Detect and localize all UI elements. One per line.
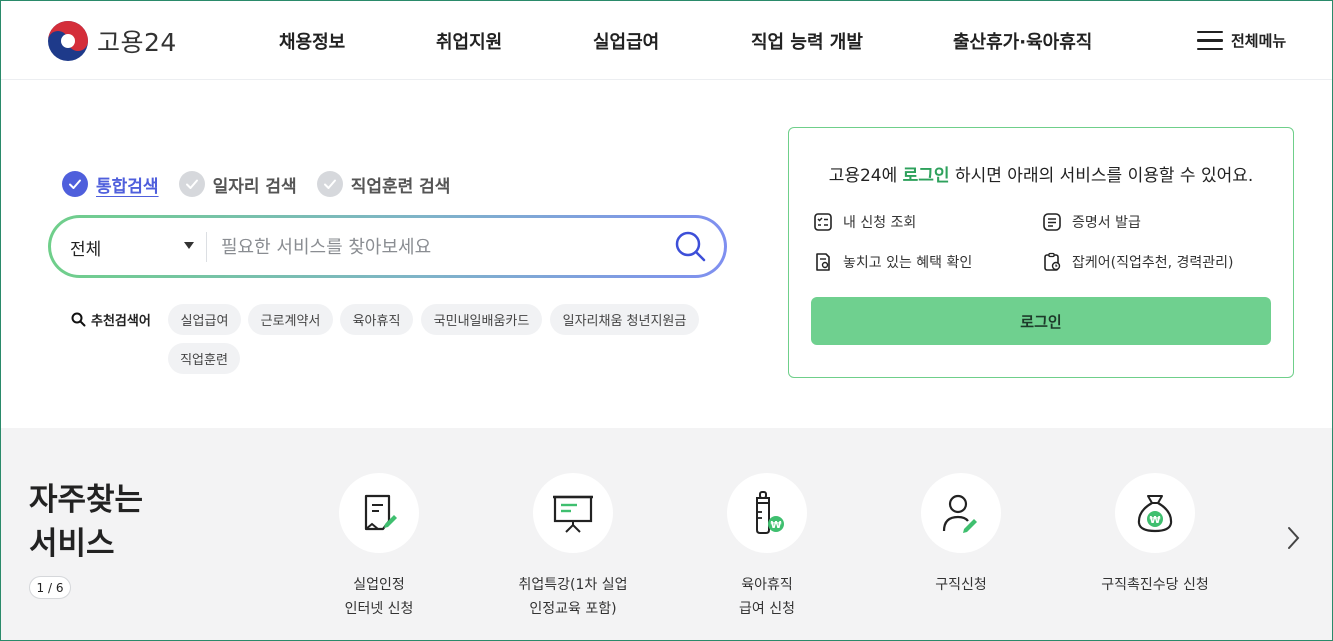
nav-item-unemployment-benefit[interactable]: 실업급여 [593,28,659,54]
service-card-employment-lecture[interactable]: 취업특강(1차 실업 인정교육 포함) [483,473,663,621]
check-circle-icon [178,171,205,197]
login-highlight: 로그인 [902,166,950,186]
keyword-chip[interactable]: 실업급여 [168,304,241,335]
keyword-chip[interactable]: 일자리채움 청년지원금 [550,304,699,335]
carousel-pager: 1 / 6 [29,576,71,599]
service-missed-benefits[interactable]: 놓치고 있는 혜택 확인 [813,252,972,272]
keyword-chip[interactable]: 육아휴직 [340,304,413,335]
search-input[interactable] [221,230,661,264]
login-button[interactable]: 로그인 [811,297,1271,345]
recommended-keywords-label: 추천검색어 [71,310,151,329]
tab-label: 통합검색 [96,176,159,197]
login-message: 고용24에 로그인 하시면 아래의 서비스를 이용할 수 있어요. [828,166,1254,186]
check-circle-icon [316,171,343,197]
keyword-chip[interactable]: 근로계약서 [248,304,333,335]
tab-job-search[interactable]: 일자리 검색 [178,171,297,197]
service-certificate[interactable]: 증명서 발급 [1042,212,1141,232]
login-panel: 고용24에 로그인 하시면 아래의 서비스를 이용할 수 있어요. 내 신청 조… [788,127,1294,378]
keyword-chip[interactable]: 국민내일배움카드 [421,304,542,335]
document-pen-icon [364,494,397,531]
money-bag-won-icon: ₩ [1137,495,1173,533]
nav-item-parental-leave[interactable]: 출산휴가·육아휴직 [953,28,1092,54]
search-tabs: 통합검색 일자리 검색 직업훈련 검색 [62,171,470,197]
person-pen-icon [942,494,977,533]
presentation-board-icon [553,495,593,533]
logo-text: 고용24 [97,28,177,57]
nav-item-jobs[interactable]: 채용정보 [279,28,345,54]
tab-integrated-search[interactable]: 통합검색 [62,171,159,197]
check-circle-icon [62,171,88,197]
nav-item-employment-support[interactable]: 취업지원 [436,28,502,54]
nav-item-skill-development[interactable]: 직업 능력 개발 [751,28,863,54]
svg-text:₩: ₩ [1149,515,1160,526]
tab-training-search[interactable]: 직업훈련 검색 [316,171,451,197]
certificate-icon [1043,213,1061,231]
search-box: 전체 [48,215,727,278]
svg-text:₩: ₩ [770,520,781,531]
all-menu-label: 전체메뉴 [1231,32,1287,50]
all-menu-button[interactable]: 전체메뉴 [1197,30,1286,51]
baby-bottle-won-icon: ₩ [756,491,784,534]
document-search-icon [816,253,830,271]
service-card-unemployment-recognition[interactable]: 실업인정 인터넷 신청 [289,473,469,621]
service-card-job-promotion-allowance[interactable]: ₩ 구직촉진수당 신청 [1065,473,1245,597]
section-title: 자주찾는 서비스 [29,482,144,562]
checklist-icon [814,213,832,231]
service-my-applications[interactable]: 내 신청 조회 [813,212,916,232]
service-card-parental-leave-benefit[interactable]: ₩ 육아휴직 급여 신청 [677,473,857,621]
taegeuk-logo-icon [48,21,88,61]
keyword-chip[interactable]: 직업훈련 [168,343,240,374]
tab-label: 직업훈련 검색 [350,176,451,197]
service-card-job-seeking[interactable]: 구직신청 [871,473,1051,597]
search-icon [71,312,86,327]
site-logo[interactable]: 고용24 [47,20,177,62]
tab-label: 일자리 검색 [212,176,297,197]
frequent-services-section: 자주찾는 서비스 1 / 6 실업인정 인터넷 신청 취업특강(1차 실업 인정… [0,428,1333,641]
top-header: 고용24 채용정보 취업지원 실업급여 직업 능력 개발 출산휴가·육아휴직 전… [0,0,1333,80]
clipboard-clock-icon [1044,252,1061,271]
chevron-right-icon[interactable] [1283,525,1303,551]
service-jobcare[interactable]: 잡케어(직업추천, 경력관리) [1042,252,1234,272]
divider [206,232,207,262]
search-scope-select[interactable]: 전체 [70,235,101,260]
caret-down-icon[interactable] [184,242,194,249]
hamburger-icon [1197,30,1223,51]
search-icon[interactable] [673,229,709,265]
